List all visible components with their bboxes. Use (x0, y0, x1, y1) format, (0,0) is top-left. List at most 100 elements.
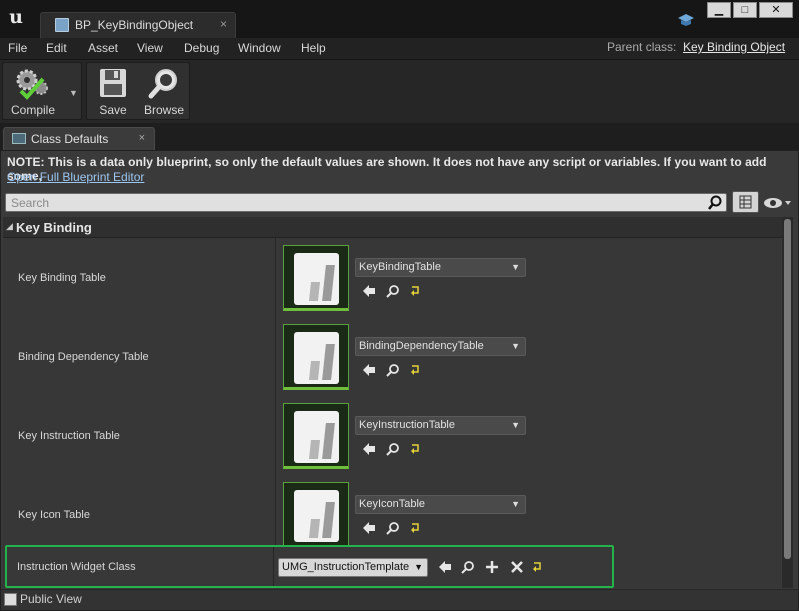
class-picker-value: UMG_InstructionTemplate (282, 561, 410, 573)
browse-button[interactable]: Browse (139, 63, 189, 121)
search-input[interactable]: Search (5, 193, 727, 212)
menu-edit[interactable]: Edit (46, 41, 67, 55)
tutorial-cap-icon[interactable] (677, 12, 695, 28)
data-table-icon (294, 490, 339, 542)
unreal-engine-logo-icon[interactable]: u (4, 6, 28, 28)
browse-to-asset-icon[interactable] (386, 442, 400, 456)
dropdown-arrow-icon: ▼ (414, 562, 423, 572)
details-scrollbar[interactable] (782, 217, 793, 588)
browse-to-asset-icon[interactable] (386, 521, 400, 535)
clear-class-icon[interactable] (510, 560, 524, 574)
close-tab-icon[interactable]: × (220, 17, 227, 31)
property-label-instruction-widget-class: Instruction Widget Class (17, 561, 136, 573)
reset-to-default-icon[interactable] (530, 560, 544, 574)
compile-label: Compile (10, 103, 55, 117)
menu-asset[interactable]: Asset (88, 41, 118, 55)
browse-to-class-icon[interactable] (461, 560, 475, 574)
use-selected-arrow-icon[interactable] (362, 284, 376, 298)
browse-label: Browse (143, 103, 184, 117)
document-tab-label: BP_KeyBindingObject (75, 18, 194, 32)
dropdown-arrow-icon: ▼ (511, 262, 520, 272)
reset-to-default-icon[interactable] (408, 521, 422, 535)
compile-button[interactable]: Compile (3, 63, 63, 121)
open-full-blueprint-editor-link[interactable]: Open Full Blueprint Editor (7, 170, 144, 184)
dropdown-arrow-icon: ▼ (511, 499, 520, 509)
asset-thumbnail[interactable] (283, 403, 349, 469)
menu-debug[interactable]: Debug (184, 41, 219, 55)
scrollbar-thumb[interactable] (784, 219, 791, 559)
data-table-icon (294, 332, 339, 384)
use-selected-arrow-icon[interactable] (362, 363, 376, 377)
asset-thumbnail[interactable] (283, 324, 349, 390)
asset-group: Save Browse (86, 62, 190, 120)
asset-picker-value: BindingDependencyTable (359, 340, 484, 352)
menu-bar: File Edit Asset View Debug Window Help P… (0, 38, 799, 59)
asset-picker-combo[interactable]: KeyInstructionTable ▼ (355, 416, 526, 435)
add-new-class-icon[interactable] (485, 560, 499, 574)
reset-to-default-icon[interactable] (408, 442, 422, 456)
public-view-checkbox[interactable] (4, 593, 17, 606)
property-rows: Key Binding Table KeyBindingTable ▼ Bind… (3, 238, 781, 588)
property-matrix-button[interactable] (732, 191, 759, 213)
search-icon (708, 195, 722, 210)
browse-to-asset-icon[interactable] (386, 363, 400, 377)
use-selected-arrow-icon[interactable] (362, 521, 376, 535)
class-defaults-panel: NOTE: This is a data only blueprint, so … (0, 150, 799, 611)
parent-class-link[interactable]: Key Binding Object (683, 40, 785, 54)
tab-class-defaults[interactable]: Class Defaults × (3, 127, 155, 150)
maximize-button[interactable]: □ (733, 2, 757, 18)
save-button[interactable]: Save (89, 63, 137, 121)
asset-picker-combo[interactable]: KeyBindingTable ▼ (355, 258, 526, 277)
property-label-key-instruction-table: Key Instruction Table (18, 430, 120, 442)
compile-options-dropdown-icon[interactable]: ▼ (69, 88, 78, 98)
collapse-arrow-icon: ◢ (6, 221, 13, 231)
name-value-splitter[interactable] (273, 547, 274, 586)
menu-view[interactable]: View (137, 41, 163, 55)
save-floppy-icon (100, 69, 126, 97)
name-value-splitter[interactable] (275, 238, 276, 588)
instruction-widget-class-row: Instruction Widget Class UMG_Instruction… (5, 545, 614, 588)
data-table-icon (294, 411, 339, 463)
reset-to-default-icon[interactable] (408, 363, 422, 377)
compile-gears-icon (16, 69, 48, 100)
property-label-binding-dependency-table: Binding Dependency Table (18, 351, 149, 363)
view-options-eye-icon[interactable] (763, 195, 793, 211)
compile-group: Compile ▼ (2, 62, 82, 120)
asset-picker-value: KeyBindingTable (359, 261, 441, 273)
browse-magnifier-icon (148, 69, 177, 99)
use-selected-arrow-icon[interactable] (438, 560, 452, 574)
dropdown-arrow-icon: ▼ (511, 341, 520, 351)
asset-thumbnail[interactable] (283, 245, 349, 311)
close-panel-tab-icon[interactable]: × (139, 132, 145, 144)
search-placeholder: Search (11, 196, 50, 210)
title-bar: u BP_KeyBindingObject × ▁ □ ✕ (0, 0, 799, 39)
dropdown-arrow-icon: ▼ (511, 420, 520, 430)
asset-picker-value: KeyIconTable (359, 498, 426, 510)
document-tab[interactable]: BP_KeyBindingObject × (40, 12, 236, 39)
tab-class-defaults-label: Class Defaults (31, 132, 109, 146)
parent-class-label: Parent class: (607, 40, 677, 54)
panel-tab-strip: Class Defaults × (0, 123, 799, 150)
property-label-key-binding-table: Key Binding Table (18, 272, 106, 284)
menu-window[interactable]: Window (238, 41, 281, 55)
browse-to-asset-icon[interactable] (386, 284, 400, 298)
blueprint-asset-icon (55, 18, 69, 32)
public-view-label: Public View (20, 592, 82, 606)
public-view-row: Public View (1, 589, 798, 610)
minimize-button[interactable]: ▁ (707, 2, 731, 18)
toolbar: Compile ▼ Save Browse (0, 59, 799, 123)
class-picker-combo[interactable]: UMG_InstructionTemplate ▼ (278, 558, 428, 577)
category-label: Key Binding (16, 220, 92, 235)
asset-picker-combo[interactable]: BindingDependencyTable ▼ (355, 337, 526, 356)
asset-picker-value: KeyInstructionTable (359, 419, 455, 431)
close-window-button[interactable]: ✕ (759, 2, 793, 18)
category-key-binding[interactable]: ◢ Key Binding (3, 217, 791, 238)
use-selected-arrow-icon[interactable] (362, 442, 376, 456)
reset-to-default-icon[interactable] (408, 284, 422, 298)
menu-file[interactable]: File (8, 41, 27, 55)
menu-help[interactable]: Help (301, 41, 326, 55)
class-defaults-icon (12, 133, 26, 144)
asset-thumbnail[interactable] (283, 482, 349, 548)
asset-picker-combo[interactable]: KeyIconTable ▼ (355, 495, 526, 514)
grid-list-icon (739, 195, 752, 209)
